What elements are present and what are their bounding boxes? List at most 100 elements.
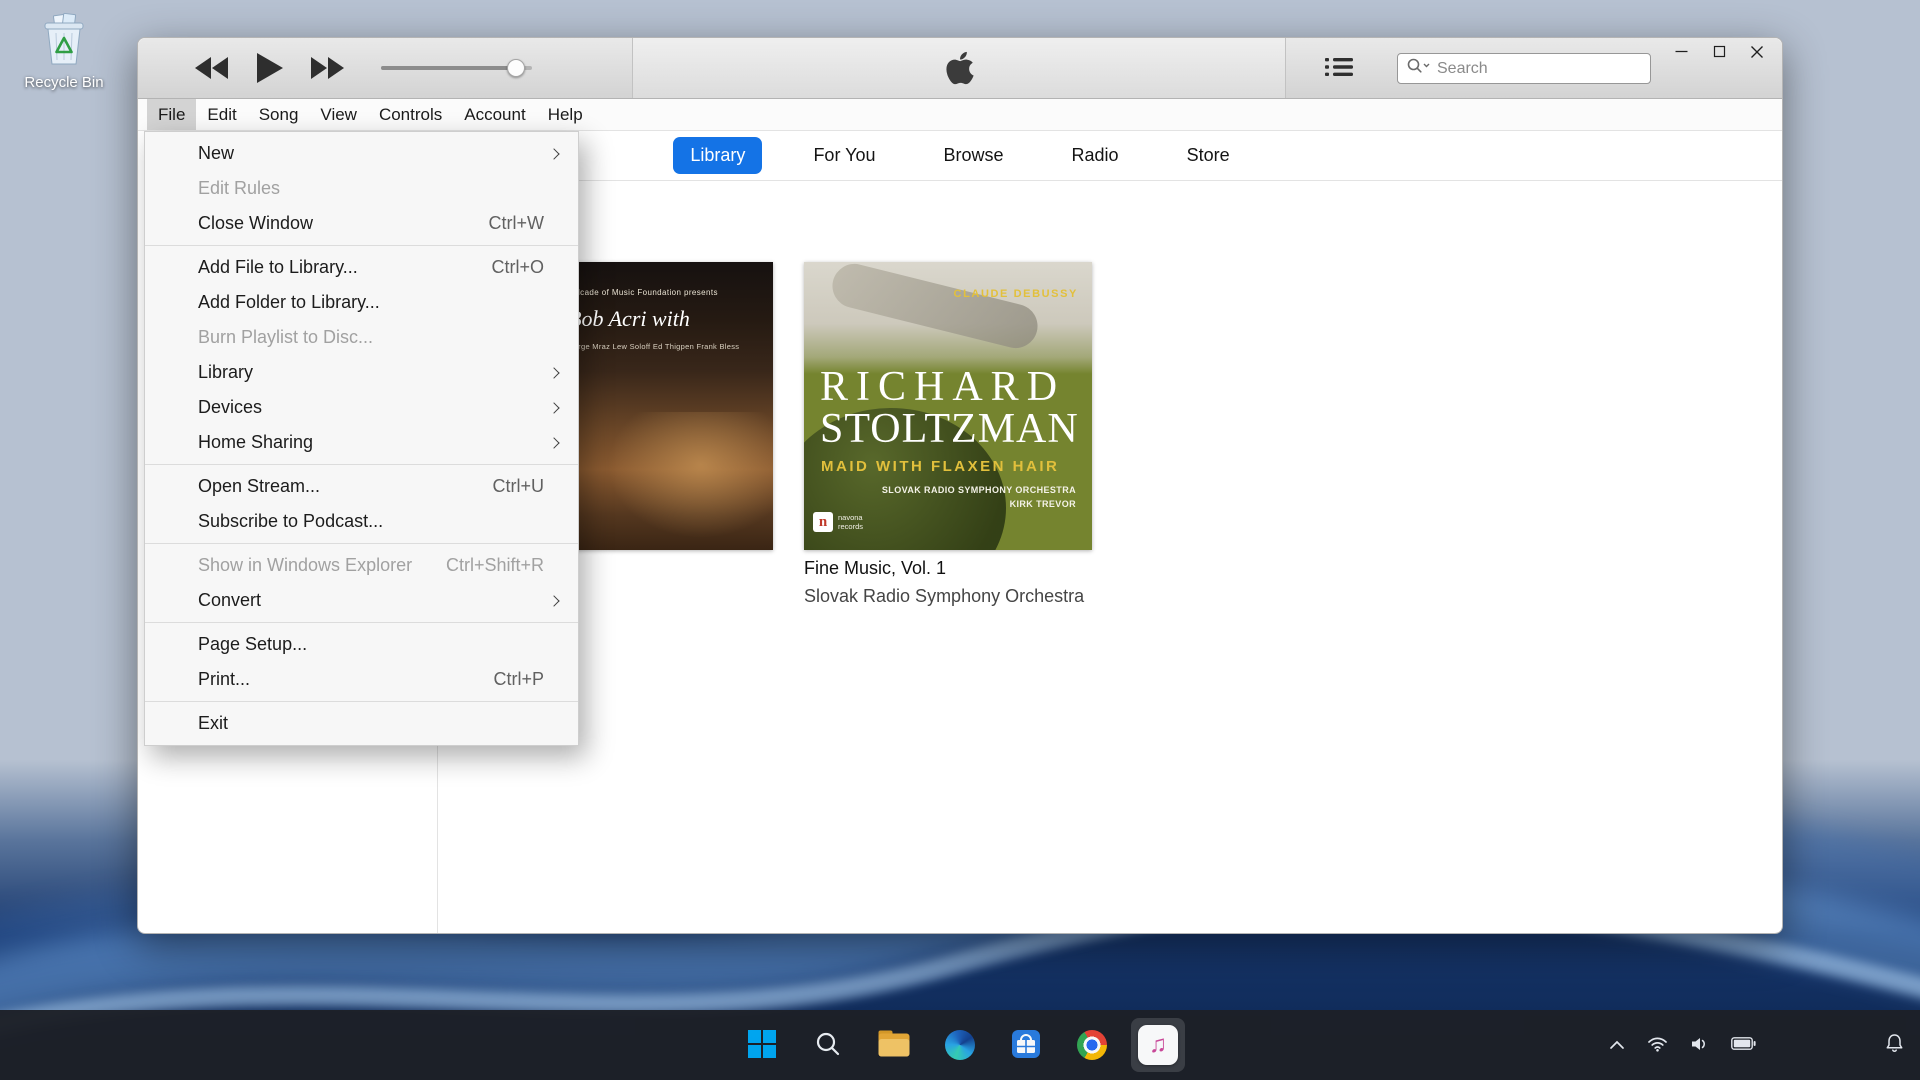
edge-icon [945, 1030, 975, 1060]
wifi-button[interactable] [1643, 1031, 1672, 1059]
chrome-icon [1077, 1030, 1107, 1060]
menu-separator [145, 245, 578, 246]
file-dropdown-menu: New Edit Rules Close WindowCtrl+W Add Fi… [144, 131, 579, 746]
menu-song[interactable]: Song [248, 99, 310, 130]
speaker-icon [1690, 1036, 1709, 1055]
tab-radio[interactable]: Radio [1055, 137, 1136, 174]
menu-item-devices[interactable]: Devices [145, 390, 578, 425]
menu-separator [145, 464, 578, 465]
tab-store[interactable]: Store [1170, 137, 1247, 174]
record-label-logo: n navona records [813, 512, 863, 532]
album2-artist-name: RICHARD STOLTZMAN [820, 366, 1082, 450]
submenu-chevron-icon [548, 402, 559, 413]
menu-file[interactable]: File [147, 99, 196, 130]
edge-button[interactable] [933, 1018, 987, 1072]
start-button[interactable] [735, 1018, 789, 1072]
search-icon[interactable] [1407, 58, 1431, 79]
next-button[interactable] [307, 53, 349, 83]
recycle-bin-icon [38, 12, 90, 71]
bell-icon [1885, 1042, 1904, 1057]
close-icon [1750, 45, 1764, 62]
submenu-chevron-icon [548, 148, 559, 159]
shortcut-label: Ctrl+W [489, 213, 567, 234]
menu-item-library[interactable]: Library [145, 355, 578, 390]
window-controls [1662, 40, 1776, 66]
submenu-chevron-icon [548, 367, 559, 378]
folder-icon [878, 1030, 910, 1060]
menu-item-close-window[interactable]: Close WindowCtrl+W [145, 206, 578, 241]
battery-button[interactable] [1727, 1033, 1760, 1057]
menu-item-exit[interactable]: Exit [145, 706, 578, 741]
minimize-button[interactable] [1662, 40, 1700, 66]
search-icon [814, 1030, 842, 1061]
file-explorer-button[interactable] [867, 1018, 921, 1072]
view-list-button[interactable] [1314, 52, 1364, 85]
tab-library[interactable]: Library [673, 137, 762, 174]
album2-composer-text: CLAUDE DEBUSSY [954, 288, 1078, 300]
album2-orchestra-text: SLOVAK RADIO SYMPHONY ORCHESTRA KIRK TRE… [882, 484, 1076, 511]
taskbar-apps: ♫ [735, 1018, 1185, 1072]
music-note-icon: ♫ [1149, 1033, 1167, 1057]
menu-item-home-sharing[interactable]: Home Sharing [145, 425, 578, 460]
desktop: Recycle Bin [0, 0, 1920, 1080]
taskbar: ♫ [0, 1010, 1920, 1080]
search-input[interactable] [1437, 60, 1644, 78]
spoon-image [828, 262, 1042, 353]
menu-item-add-folder-to-library[interactable]: Add Folder to Library... [145, 285, 578, 320]
menu-bar: File Edit Song View Controls Account Hel… [138, 99, 1782, 131]
recycle-bin-label: Recycle Bin [24, 74, 103, 91]
taskbar-search-button[interactable] [801, 1018, 855, 1072]
menu-account[interactable]: Account [453, 99, 536, 130]
wifi-icon [1647, 1035, 1668, 1055]
menu-item-new[interactable]: New [145, 136, 578, 171]
album-caption: Fine Music, Vol. 1 Slovak Radio Symphony… [804, 559, 1084, 605]
search-box [1397, 53, 1651, 84]
volume-slider[interactable] [381, 58, 532, 78]
play-button[interactable] [253, 49, 287, 87]
tab-for-you[interactable]: For You [796, 137, 892, 174]
tab-browse[interactable]: Browse [927, 137, 1021, 174]
previous-button[interactable] [191, 53, 233, 83]
shortcut-label: Ctrl+P [493, 669, 566, 690]
maximize-icon [1713, 45, 1726, 61]
menu-separator [145, 622, 578, 623]
submenu-chevron-icon [548, 595, 559, 606]
menu-edit[interactable]: Edit [196, 99, 247, 130]
navona-logo-text: navona records [838, 513, 863, 532]
windows-logo-icon [747, 1029, 777, 1062]
menu-item-page-setup[interactable]: Page Setup... [145, 627, 578, 662]
tray-overflow-button[interactable] [1605, 1034, 1629, 1057]
shortcut-label: Ctrl+U [492, 476, 566, 497]
maximize-button[interactable] [1700, 40, 1738, 66]
close-button[interactable] [1738, 40, 1776, 66]
navona-logo-icon: n [813, 512, 833, 532]
chrome-button[interactable] [1065, 1018, 1119, 1072]
microsoft-store-button[interactable] [999, 1018, 1053, 1072]
list-view-icon [1325, 57, 1353, 80]
rewind-icon [195, 67, 229, 82]
menu-item-convert[interactable]: Convert [145, 583, 578, 618]
play-icon [257, 71, 283, 86]
apple-logo-icon [946, 50, 975, 87]
menu-help[interactable]: Help [537, 99, 594, 130]
content-divider-horizontal [437, 180, 1782, 181]
menu-item-subscribe-to-podcast[interactable]: Subscribe to Podcast... [145, 504, 578, 539]
album-cover-fine-music[interactable]: CLAUDE DEBUSSY RICHARD STOLTZMAN MAID WI… [804, 262, 1092, 550]
recycle-bin[interactable]: Recycle Bin [16, 12, 112, 91]
shortcut-label: Ctrl+Shift+R [446, 555, 566, 576]
album-artist[interactable]: Slovak Radio Symphony Orchestra [804, 587, 1084, 605]
album-title[interactable]: Fine Music, Vol. 1 [804, 559, 1084, 577]
itunes-button[interactable]: ♫ [1131, 1018, 1185, 1072]
volume-knob[interactable] [507, 59, 525, 77]
menu-view[interactable]: View [309, 99, 368, 130]
menu-item-add-file-to-library[interactable]: Add File to Library...Ctrl+O [145, 250, 578, 285]
menu-controls[interactable]: Controls [368, 99, 453, 130]
volume-button[interactable] [1686, 1032, 1713, 1059]
menu-item-burn-playlist: Burn Playlist to Disc... [145, 320, 578, 355]
system-tray [1605, 1018, 1760, 1072]
menu-item-edit-rules: Edit Rules [145, 171, 578, 206]
menu-item-open-stream[interactable]: Open Stream...Ctrl+U [145, 469, 578, 504]
menu-item-print[interactable]: Print...Ctrl+P [145, 662, 578, 697]
notification-bell-button[interactable] [1885, 1033, 1904, 1057]
chevron-up-icon [1609, 1038, 1625, 1053]
